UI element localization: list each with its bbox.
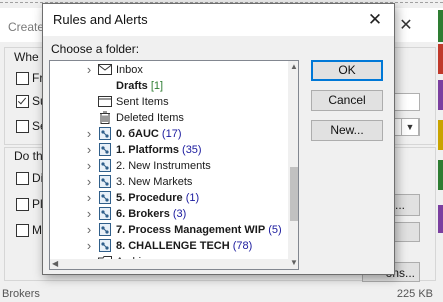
category-color-bar <box>438 120 443 150</box>
chevron-right-icon[interactable]: › <box>84 62 94 78</box>
folder-item[interactable]: › Inbox <box>50 62 286 78</box>
folder-item[interactable]: › 3. New Markets <box>50 174 286 190</box>
folder-name: 0. бAUС (17) <box>116 128 182 140</box>
shared-folder-icon <box>98 175 112 188</box>
do-check-2-label: M <box>32 223 42 237</box>
folder-item[interactable]: › 7. Process Management WIP (5) <box>50 222 286 238</box>
when-section-label: Whe <box>14 50 39 64</box>
when-check-0[interactable] <box>16 72 29 85</box>
folder-item[interactable]: › 8. CHALLENGE TECH (78) <box>50 238 286 254</box>
category-color-bar <box>438 205 443 233</box>
folder-name: 2. New Instruments <box>116 160 211 172</box>
do-check-2[interactable] <box>16 224 29 237</box>
chevron-right-icon[interactable]: › <box>84 142 94 158</box>
horizontal-scrollbar[interactable]: ◀ <box>50 259 288 269</box>
status-size: 225 KB <box>396 288 433 300</box>
choose-folder-label: Choose a folder: <box>51 42 140 56</box>
unread-count: (1) <box>182 192 200 204</box>
vertical-scrollbar[interactable]: ▲ ▼ <box>288 61 298 269</box>
folder-item[interactable]: › 0. бAUС (17) <box>50 126 286 142</box>
unread-count: (17) <box>158 128 182 140</box>
category-color-bar <box>438 80 443 110</box>
folder-name: 6. Brokers (3) <box>116 208 187 220</box>
folder-item[interactable]: › 5. Procedure (1) <box>50 190 286 206</box>
chevron-right-icon[interactable]: › <box>84 158 94 174</box>
unread-count: (5) <box>265 224 282 236</box>
folder-name: 3. New Markets <box>116 176 193 188</box>
category-color-bar <box>438 160 443 190</box>
do-check-0[interactable] <box>16 172 29 185</box>
scroll-up-icon[interactable]: ▲ <box>288 61 298 73</box>
do-section-label: Do th <box>14 149 43 163</box>
when-check-1[interactable] <box>16 95 29 108</box>
shared-folder-icon <box>98 143 112 156</box>
chevron-right-icon[interactable]: › <box>84 190 94 206</box>
folder-item[interactable]: › 2. New Instruments <box>50 158 286 174</box>
folder-name: Drafts [1] <box>116 80 164 92</box>
unread-count: (78) <box>229 240 253 252</box>
folder-item[interactable]: Drafts [1] <box>50 78 286 94</box>
rules-and-alerts-dialog: Rules and Alerts ✕ Choose a folder: › Inb… <box>42 3 395 275</box>
chevron-down-icon[interactable]: ▼ <box>401 118 419 136</box>
shared-folder-icon <box>98 191 112 204</box>
dialog-title: Rules and Alerts <box>53 12 148 27</box>
folder-tree[interactable]: › Inbox Drafts [1] Sent Items Deleted Items ›… <box>49 60 299 270</box>
scroll-thumb[interactable] <box>290 167 298 221</box>
chevron-right-icon[interactable]: › <box>84 238 94 254</box>
folder-item[interactable]: › 6. Brokers (3) <box>50 206 286 222</box>
unread-count: (35) <box>178 144 202 156</box>
category-color-bar <box>438 44 443 74</box>
when-check-2[interactable] <box>16 120 29 133</box>
category-color-bar <box>438 10 443 42</box>
folder-item[interactable]: Deleted Items <box>50 110 286 126</box>
chevron-right-icon[interactable]: › <box>84 126 94 142</box>
scroll-down-icon[interactable]: ▼ <box>288 257 298 269</box>
unread-count: (3) <box>169 208 187 220</box>
folder-name: 8. CHALLENGE TECH (78) <box>116 240 253 252</box>
shared-folder-icon <box>98 159 112 172</box>
folder-name: Deleted Items <box>116 112 184 124</box>
scroll-left-icon[interactable]: ◀ <box>52 259 62 269</box>
ok-button[interactable]: OK <box>311 60 383 81</box>
shared-folder-icon <box>98 127 112 140</box>
subject-input[interactable] <box>392 93 420 111</box>
shared-folder-icon <box>98 223 112 236</box>
folder-name: 1. Platforms (35) <box>116 144 202 156</box>
status-folder-name: Brokers <box>2 288 40 300</box>
create-rule-title: Create <box>8 20 45 34</box>
folder-item[interactable]: › 1. Platforms (35) <box>50 142 286 158</box>
close-icon[interactable]: ✕ <box>361 8 389 32</box>
chevron-right-icon[interactable]: › <box>84 222 94 238</box>
new-folder-button[interactable]: New... <box>311 120 383 141</box>
create-rule-close-icon[interactable]: ✕ <box>392 16 420 36</box>
sent-icon <box>98 95 112 108</box>
shared-folder-icon <box>98 207 112 220</box>
cancel-button[interactable]: Cancel <box>311 90 383 111</box>
unread-count: [1] <box>147 80 164 92</box>
status-bar <box>0 283 443 302</box>
shared-folder-icon <box>98 239 112 252</box>
folder-name: Sent Items <box>116 96 169 108</box>
chevron-right-icon[interactable]: › <box>84 206 94 222</box>
folder-name: 5. Procedure (1) <box>116 192 200 204</box>
folder-name: Inbox <box>116 64 143 76</box>
folder-name: 7. Process Management WIP (5) <box>116 224 282 236</box>
do-check-1[interactable] <box>16 198 29 211</box>
trash-icon <box>98 111 112 124</box>
chevron-right-icon[interactable]: › <box>84 174 94 190</box>
folder-item[interactable]: Sent Items <box>50 94 286 110</box>
inbox-icon <box>98 63 112 76</box>
